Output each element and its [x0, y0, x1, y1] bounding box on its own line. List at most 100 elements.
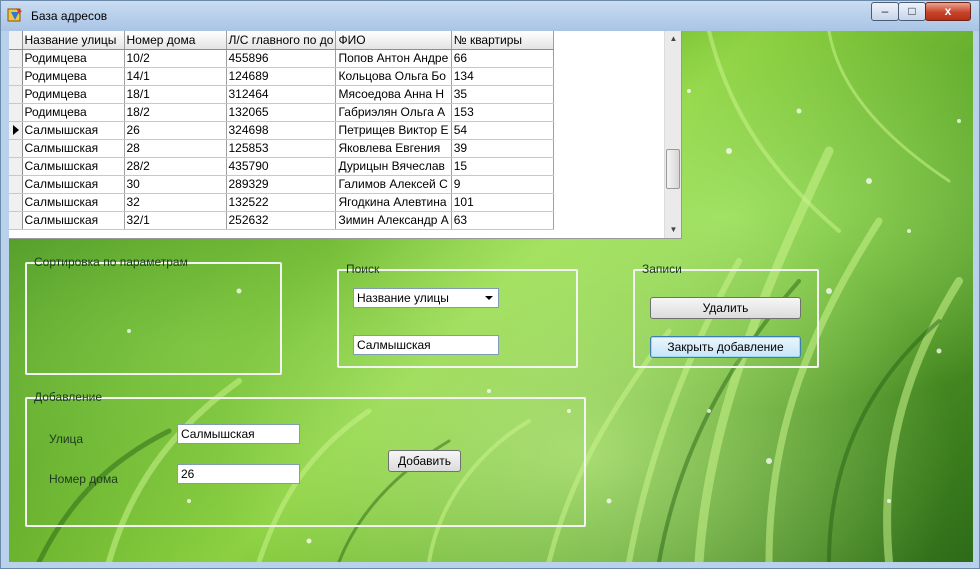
- cell-full-name[interactable]: Попов Антон Андре: [335, 49, 452, 68]
- scroll-thumb[interactable]: [666, 149, 680, 189]
- sort-group-legend: Сортировка по параметрам: [34, 255, 188, 269]
- cell-house-number[interactable]: 14/1: [124, 67, 227, 86]
- table-row[interactable]: Салмышская 32/1 252632 Зимин Александр А 63: [9, 211, 554, 230]
- cell-street[interactable]: Салмышская: [22, 193, 125, 212]
- table-row[interactable]: Салмышская 26 324698 Петрищев Виктор Е 54: [9, 121, 554, 140]
- close-add-button[interactable]: Закрыть добавление: [650, 336, 801, 358]
- column-header-full-name[interactable]: ФИО: [335, 31, 452, 50]
- row-indicator[interactable]: [9, 85, 23, 104]
- cell-account[interactable]: 124689: [226, 67, 337, 86]
- cell-street[interactable]: Родимцева: [22, 103, 125, 122]
- row-indicator[interactable]: [9, 157, 23, 176]
- search-input[interactable]: Салмышская: [353, 335, 499, 355]
- cell-street[interactable]: Салмышская: [22, 211, 125, 230]
- column-header-apartment[interactable]: № квартиры: [451, 31, 554, 50]
- cell-account[interactable]: 289329: [226, 175, 337, 194]
- title-bar[interactable]: База адресов – □ x: [1, 1, 979, 31]
- grid-vertical-scrollbar[interactable]: ▲ ▼: [664, 31, 681, 238]
- add-group: Добавление Улица Салмышская Номер дома 2…: [25, 390, 586, 527]
- cell-street[interactable]: Родимцева: [22, 49, 125, 68]
- cell-street[interactable]: Салмышская: [22, 139, 125, 158]
- cell-house-number[interactable]: 32: [124, 193, 227, 212]
- records-group-legend: Записи: [642, 262, 682, 276]
- cell-full-name[interactable]: Кольцова Ольга Бо: [335, 67, 452, 86]
- row-indicator[interactable]: [9, 139, 23, 158]
- window-title: База адресов: [31, 9, 108, 23]
- addresses-table: Название улицы Номер дома Л/С главного п…: [9, 31, 554, 230]
- table-row[interactable]: Родимцева 10/2 455896 Попов Антон Андре 66: [9, 49, 554, 68]
- table-row[interactable]: Салмышская 28 125853 Яковлева Евгения 39: [9, 139, 554, 158]
- maximize-button[interactable]: □: [898, 2, 926, 21]
- cell-full-name[interactable]: Габриэлян Ольга А: [335, 103, 452, 122]
- delete-button[interactable]: Удалить: [650, 297, 801, 319]
- client-area: Название улицы Номер дома Л/С главного п…: [9, 31, 973, 562]
- table-row[interactable]: Салмышская 28/2 435790 Дурицын Вячеслав 15: [9, 157, 554, 176]
- house-number-input[interactable]: 26: [177, 464, 300, 484]
- cell-apartment[interactable]: 15: [451, 157, 554, 176]
- cell-street[interactable]: Салмышская: [22, 121, 125, 140]
- cell-house-number[interactable]: 28: [124, 139, 227, 158]
- table-row[interactable]: Родимцева 14/1 124689 Кольцова Ольга Бо 134: [9, 67, 554, 86]
- street-input[interactable]: Салмышская: [177, 424, 300, 444]
- cell-account[interactable]: 125853: [226, 139, 337, 158]
- cell-full-name[interactable]: Галимов Алексей С: [335, 175, 452, 194]
- chevron-down-icon[interactable]: [485, 296, 493, 300]
- search-field-select[interactable]: Название улицы: [353, 288, 499, 308]
- cell-apartment[interactable]: 66: [451, 49, 554, 68]
- column-header-house-number[interactable]: Номер дома: [124, 31, 227, 50]
- cell-account[interactable]: 252632: [226, 211, 337, 230]
- row-indicator[interactable]: [9, 67, 23, 86]
- cell-account[interactable]: 324698: [226, 121, 337, 140]
- table-row[interactable]: Родимцева 18/2 132065 Габриэлян Ольга А 153: [9, 103, 554, 122]
- cell-house-number[interactable]: 30: [124, 175, 227, 194]
- cell-full-name[interactable]: Дурицын Вячеслав: [335, 157, 452, 176]
- cell-street[interactable]: Салмышская: [22, 175, 125, 194]
- column-header-account[interactable]: Л/С главного по до: [226, 31, 337, 50]
- column-header-street[interactable]: Название улицы: [22, 31, 125, 50]
- cell-street[interactable]: Родимцева: [22, 67, 125, 86]
- minimize-button[interactable]: –: [871, 2, 899, 21]
- row-indicator[interactable]: [9, 103, 23, 122]
- cell-account[interactable]: 312464: [226, 85, 337, 104]
- table-row[interactable]: Салмышская 32 132522 Ягодкина Алевтина 101: [9, 193, 554, 212]
- cell-street[interactable]: Родимцева: [22, 85, 125, 104]
- row-indicator[interactable]: [9, 193, 23, 212]
- house-number-label: Номер дома: [49, 472, 118, 486]
- cell-full-name[interactable]: Яковлева Евгения: [335, 139, 452, 158]
- cell-account[interactable]: 455896: [226, 49, 337, 68]
- cell-apartment[interactable]: 35: [451, 85, 554, 104]
- scroll-up-arrow-icon[interactable]: ▲: [666, 31, 681, 46]
- cell-apartment[interactable]: 39: [451, 139, 554, 158]
- cell-house-number[interactable]: 32/1: [124, 211, 227, 230]
- table-row[interactable]: Родимцева 18/1 312464 Мясоедова Анна Н 35: [9, 85, 554, 104]
- cell-apartment[interactable]: 101: [451, 193, 554, 212]
- cell-account[interactable]: 132065: [226, 103, 337, 122]
- row-indicator[interactable]: [9, 175, 23, 194]
- cell-house-number[interactable]: 18/1: [124, 85, 227, 104]
- cell-apartment[interactable]: 54: [451, 121, 554, 140]
- cell-house-number[interactable]: 26: [124, 121, 227, 140]
- cell-house-number[interactable]: 28/2: [124, 157, 227, 176]
- search-input-value: Салмышская: [357, 338, 431, 352]
- cell-account[interactable]: 435790: [226, 157, 337, 176]
- cell-account[interactable]: 132522: [226, 193, 337, 212]
- cell-street[interactable]: Салмышская: [22, 157, 125, 176]
- cell-full-name[interactable]: Зимин Александр А: [335, 211, 452, 230]
- cell-full-name[interactable]: Ягодкина Алевтина: [335, 193, 452, 212]
- row-indicator[interactable]: [9, 121, 23, 140]
- cell-apartment[interactable]: 9: [451, 175, 554, 194]
- row-indicator[interactable]: [9, 211, 23, 230]
- addresses-grid[interactable]: Название улицы Номер дома Л/С главного п…: [9, 31, 682, 239]
- cell-house-number[interactable]: 18/2: [124, 103, 227, 122]
- cell-house-number[interactable]: 10/2: [124, 49, 227, 68]
- cell-apartment[interactable]: 63: [451, 211, 554, 230]
- scroll-down-arrow-icon[interactable]: ▼: [666, 222, 681, 237]
- close-button[interactable]: x: [925, 2, 971, 21]
- cell-full-name[interactable]: Мясоедова Анна Н: [335, 85, 452, 104]
- cell-apartment[interactable]: 134: [451, 67, 554, 86]
- row-indicator[interactable]: [9, 49, 23, 68]
- add-button[interactable]: Добавить: [388, 450, 461, 472]
- cell-apartment[interactable]: 153: [451, 103, 554, 122]
- table-row[interactable]: Салмышская 30 289329 Галимов Алексей С9: [9, 175, 554, 194]
- cell-full-name[interactable]: Петрищев Виктор Е: [335, 121, 452, 140]
